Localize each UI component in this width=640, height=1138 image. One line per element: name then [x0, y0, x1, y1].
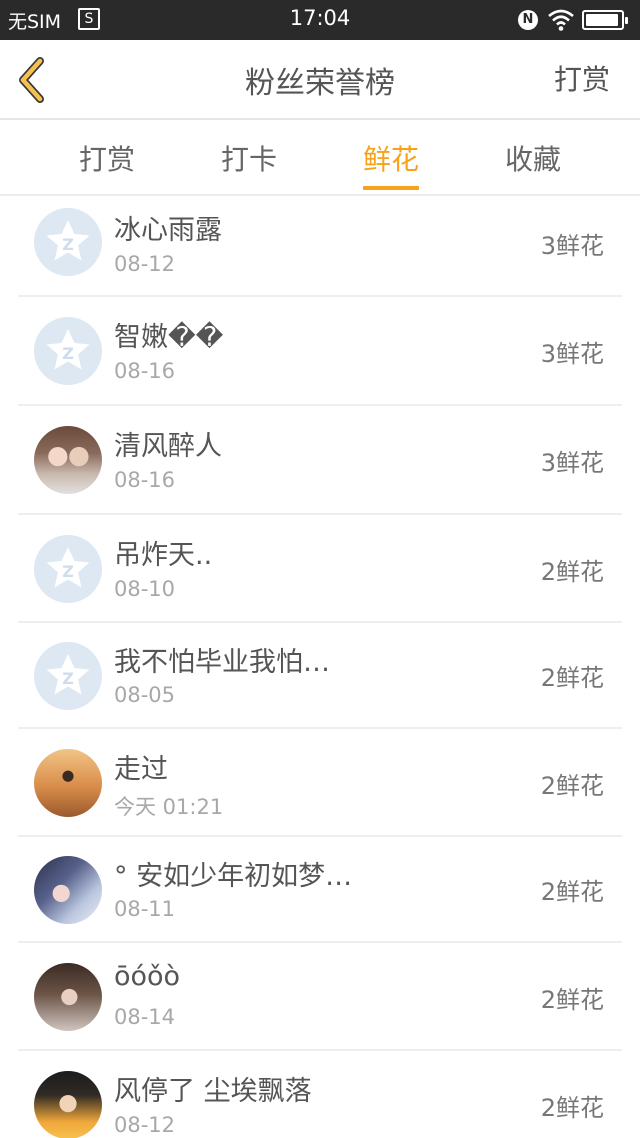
list-item[interactable]: ōóǒò 08-14 2鲜花	[18, 943, 622, 1051]
nfc-icon: N	[518, 10, 538, 30]
avatar	[34, 1071, 102, 1138]
fan-name: 吊炸天..	[114, 540, 213, 571]
nav-bar: 粉丝荣誉榜 打赏	[0, 40, 640, 120]
page-title: 粉丝荣誉榜	[245, 66, 395, 101]
fan-date: 08-16	[114, 359, 176, 383]
tab-flowers[interactable]: 鲜花	[321, 122, 461, 194]
list-item[interactable]: 走过 今天 01:21 2鲜花	[18, 729, 622, 837]
default-avatar-icon: Z	[34, 535, 102, 603]
avatar	[34, 856, 102, 924]
flower-count: 2鲜花	[540, 664, 604, 692]
fan-date: 今天 01:21	[114, 795, 224, 819]
fan-date: 08-12	[114, 1113, 176, 1137]
battery-level	[586, 14, 619, 26]
fan-date: 08-16	[114, 468, 176, 492]
fan-name: 风停了 尘埃飘落	[114, 1076, 312, 1107]
avatar	[34, 426, 102, 494]
fan-name: ° 安如少年初如梦…	[114, 861, 353, 892]
reward-button[interactable]: 打赏	[554, 58, 610, 98]
svg-text:Z: Z	[62, 562, 74, 581]
tab-checkin[interactable]: 打卡	[179, 122, 319, 194]
fan-date: 08-05	[114, 683, 176, 707]
flower-count: 3鲜花	[540, 449, 604, 477]
fan-name: 冰心雨露	[114, 215, 222, 246]
fan-date: 08-12	[114, 252, 176, 276]
battery-icon	[582, 10, 628, 30]
flower-count: 2鲜花	[540, 558, 604, 586]
fan-list: Z 冰心雨露 08-12 3鲜花 Z 智嫩�� 08-16 3鲜花 清风醉人 0…	[0, 196, 640, 1138]
svg-text:Z: Z	[62, 344, 74, 363]
tab-label: 鲜花	[362, 143, 419, 176]
fan-name: 我不怕毕业我怕…	[114, 647, 330, 678]
default-avatar-icon: Z	[34, 317, 102, 385]
flower-count: 2鲜花	[540, 772, 604, 800]
fan-name: 走过	[114, 754, 168, 785]
list-item[interactable]: Z 我不怕毕业我怕… 08-05 2鲜花	[18, 623, 622, 729]
list-item[interactable]: Z 冰心雨露 08-12 3鲜花	[18, 196, 622, 297]
fan-date: 08-10	[114, 577, 176, 601]
svg-text:Z: Z	[62, 235, 74, 254]
tab-label: 打赏	[78, 143, 135, 176]
list-item[interactable]: Z 智嫩�� 08-16 3鲜花	[18, 297, 622, 406]
fan-name: 清风醉人	[114, 431, 222, 462]
clock: 17:04	[289, 6, 351, 30]
flower-count: 2鲜花	[540, 1094, 604, 1122]
list-item[interactable]: 风停了 尘埃飘落 08-12 2鲜花	[18, 1051, 622, 1138]
tab-bar: 打赏 打卡 鲜花 收藏	[0, 122, 640, 196]
default-avatar-icon: Z	[34, 642, 102, 710]
flower-count: 2鲜花	[540, 986, 604, 1014]
status-bar: 无SIM S 17:04 N	[0, 0, 640, 40]
fan-date: 08-14	[114, 1005, 176, 1029]
tab-label: 收藏	[504, 143, 561, 176]
fan-name: 智嫩��	[114, 322, 224, 353]
tab-reward[interactable]: 打赏	[37, 122, 177, 194]
tab-label: 打卡	[220, 143, 277, 176]
tab-favorites[interactable]: 收藏	[463, 122, 603, 194]
flower-count: 3鲜花	[540, 340, 604, 368]
default-avatar-icon: Z	[34, 208, 102, 276]
avatar	[34, 749, 102, 817]
flower-count: 3鲜花	[540, 232, 604, 260]
wifi-icon	[548, 9, 574, 31]
tab-active-indicator	[363, 186, 419, 190]
list-item[interactable]: ° 安如少年初如梦… 08-11 2鲜花	[18, 837, 622, 943]
list-item[interactable]: Z 吊炸天.. 08-10 2鲜花	[18, 515, 622, 623]
fan-date: 08-11	[114, 897, 176, 921]
flower-count: 2鲜花	[540, 878, 604, 906]
avatar	[34, 963, 102, 1031]
fan-name: ōóǒò	[114, 961, 181, 992]
svg-text:Z: Z	[62, 669, 74, 688]
list-item[interactable]: 清风醉人 08-16 3鲜花	[18, 406, 622, 515]
